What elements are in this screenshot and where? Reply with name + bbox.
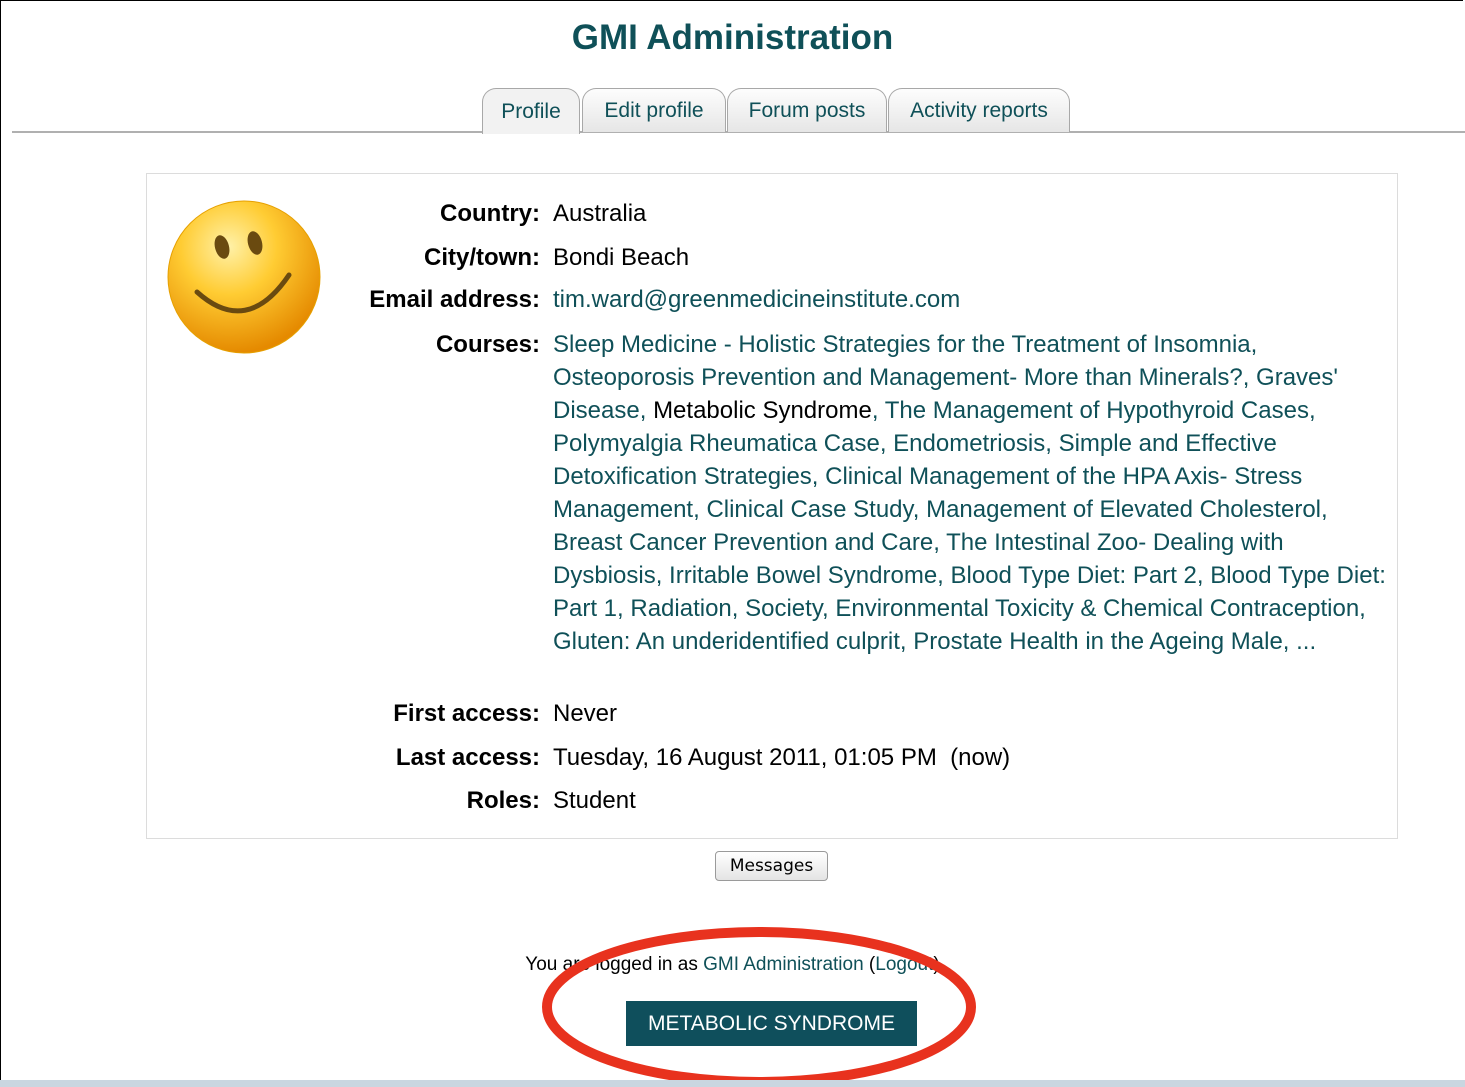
tab-forum-posts[interactable]: Forum posts <box>727 88 887 132</box>
course-home-button[interactable]: METABOLIC SYNDROME <box>626 1001 917 1046</box>
course-link[interactable]: Breast Cancer Prevention and Care <box>553 529 933 556</box>
logout-close-paren: ) <box>933 954 940 975</box>
smiley-face-icon <box>167 200 321 354</box>
city-label: City/town: <box>424 244 540 271</box>
country-label: Country: <box>440 200 540 227</box>
courses-list: Sleep Medicine - Holistic Strategies for… <box>553 331 1386 655</box>
user-link[interactable]: GMI Administration <box>703 954 864 975</box>
course-link[interactable]: Clinical Case Study <box>706 496 912 523</box>
course-link: Metabolic Syndrome <box>653 397 872 424</box>
roles-label: Roles: <box>466 787 540 814</box>
tab-profile[interactable]: Profile <box>482 88 580 134</box>
first-access-value: Never <box>553 700 618 727</box>
last-access-value: Tuesday, 16 August 2011, 01:05 PM (now) <box>553 744 1011 771</box>
courses-label: Courses: <box>435 331 540 358</box>
course-link[interactable]: Prostate Health in the Ageing Male <box>913 628 1283 655</box>
roles-value: Student <box>553 787 636 814</box>
last-access-label: Last access: <box>395 744 540 771</box>
country-value: Australia <box>553 200 647 227</box>
course-link[interactable]: Irritable Bowel Syndrome <box>669 562 937 589</box>
login-prefix: You are logged in as <box>525 954 698 975</box>
tab-edit-profile[interactable]: Edit profile <box>582 88 726 132</box>
messages-button[interactable]: Messages <box>715 851 828 881</box>
course-link[interactable]: Management of Elevated Cholesterol <box>926 496 1321 523</box>
course-link[interactable]: Gluten: An underidentified culprit <box>553 628 900 655</box>
course-link[interactable]: Polymyalgia Rheumatica Case <box>553 430 880 457</box>
courses-more: ... <box>1296 628 1317 655</box>
course-link[interactable]: Sleep Medicine - Holistic Strategies for… <box>553 331 1251 358</box>
course-link[interactable]: Osteoporosis Prevention and Management- … <box>553 364 1243 391</box>
tab-label: Activity reports <box>910 98 1048 122</box>
city-value: Bondi Beach <box>553 244 690 271</box>
tab-label: Edit profile <box>604 98 704 122</box>
first-access-label: First access: <box>393 700 540 727</box>
tab-activity-reports[interactable]: Activity reports <box>888 88 1070 132</box>
email-label: Email address: <box>369 286 540 313</box>
tab-label: Profile <box>501 99 561 123</box>
email-link[interactable]: tim.ward@greenmedicineinstitute.com <box>553 283 960 316</box>
course-link[interactable]: The Management of Hypothyroid Cases <box>885 397 1309 424</box>
course-link[interactable]: Endometriosis <box>893 430 1045 457</box>
course-link[interactable]: Radiation, Society, Environmental Toxici… <box>630 595 1359 622</box>
login-info: You are logged in as GMI Administration … <box>0 954 1465 976</box>
course-link[interactable]: Blood Type Diet: Part 2 <box>951 562 1197 589</box>
logout-link[interactable]: Logout <box>875 954 933 975</box>
page-title: GMI Administration <box>571 18 894 57</box>
tab-label: Forum posts <box>748 98 866 122</box>
bottom-bar <box>0 1080 1465 1087</box>
